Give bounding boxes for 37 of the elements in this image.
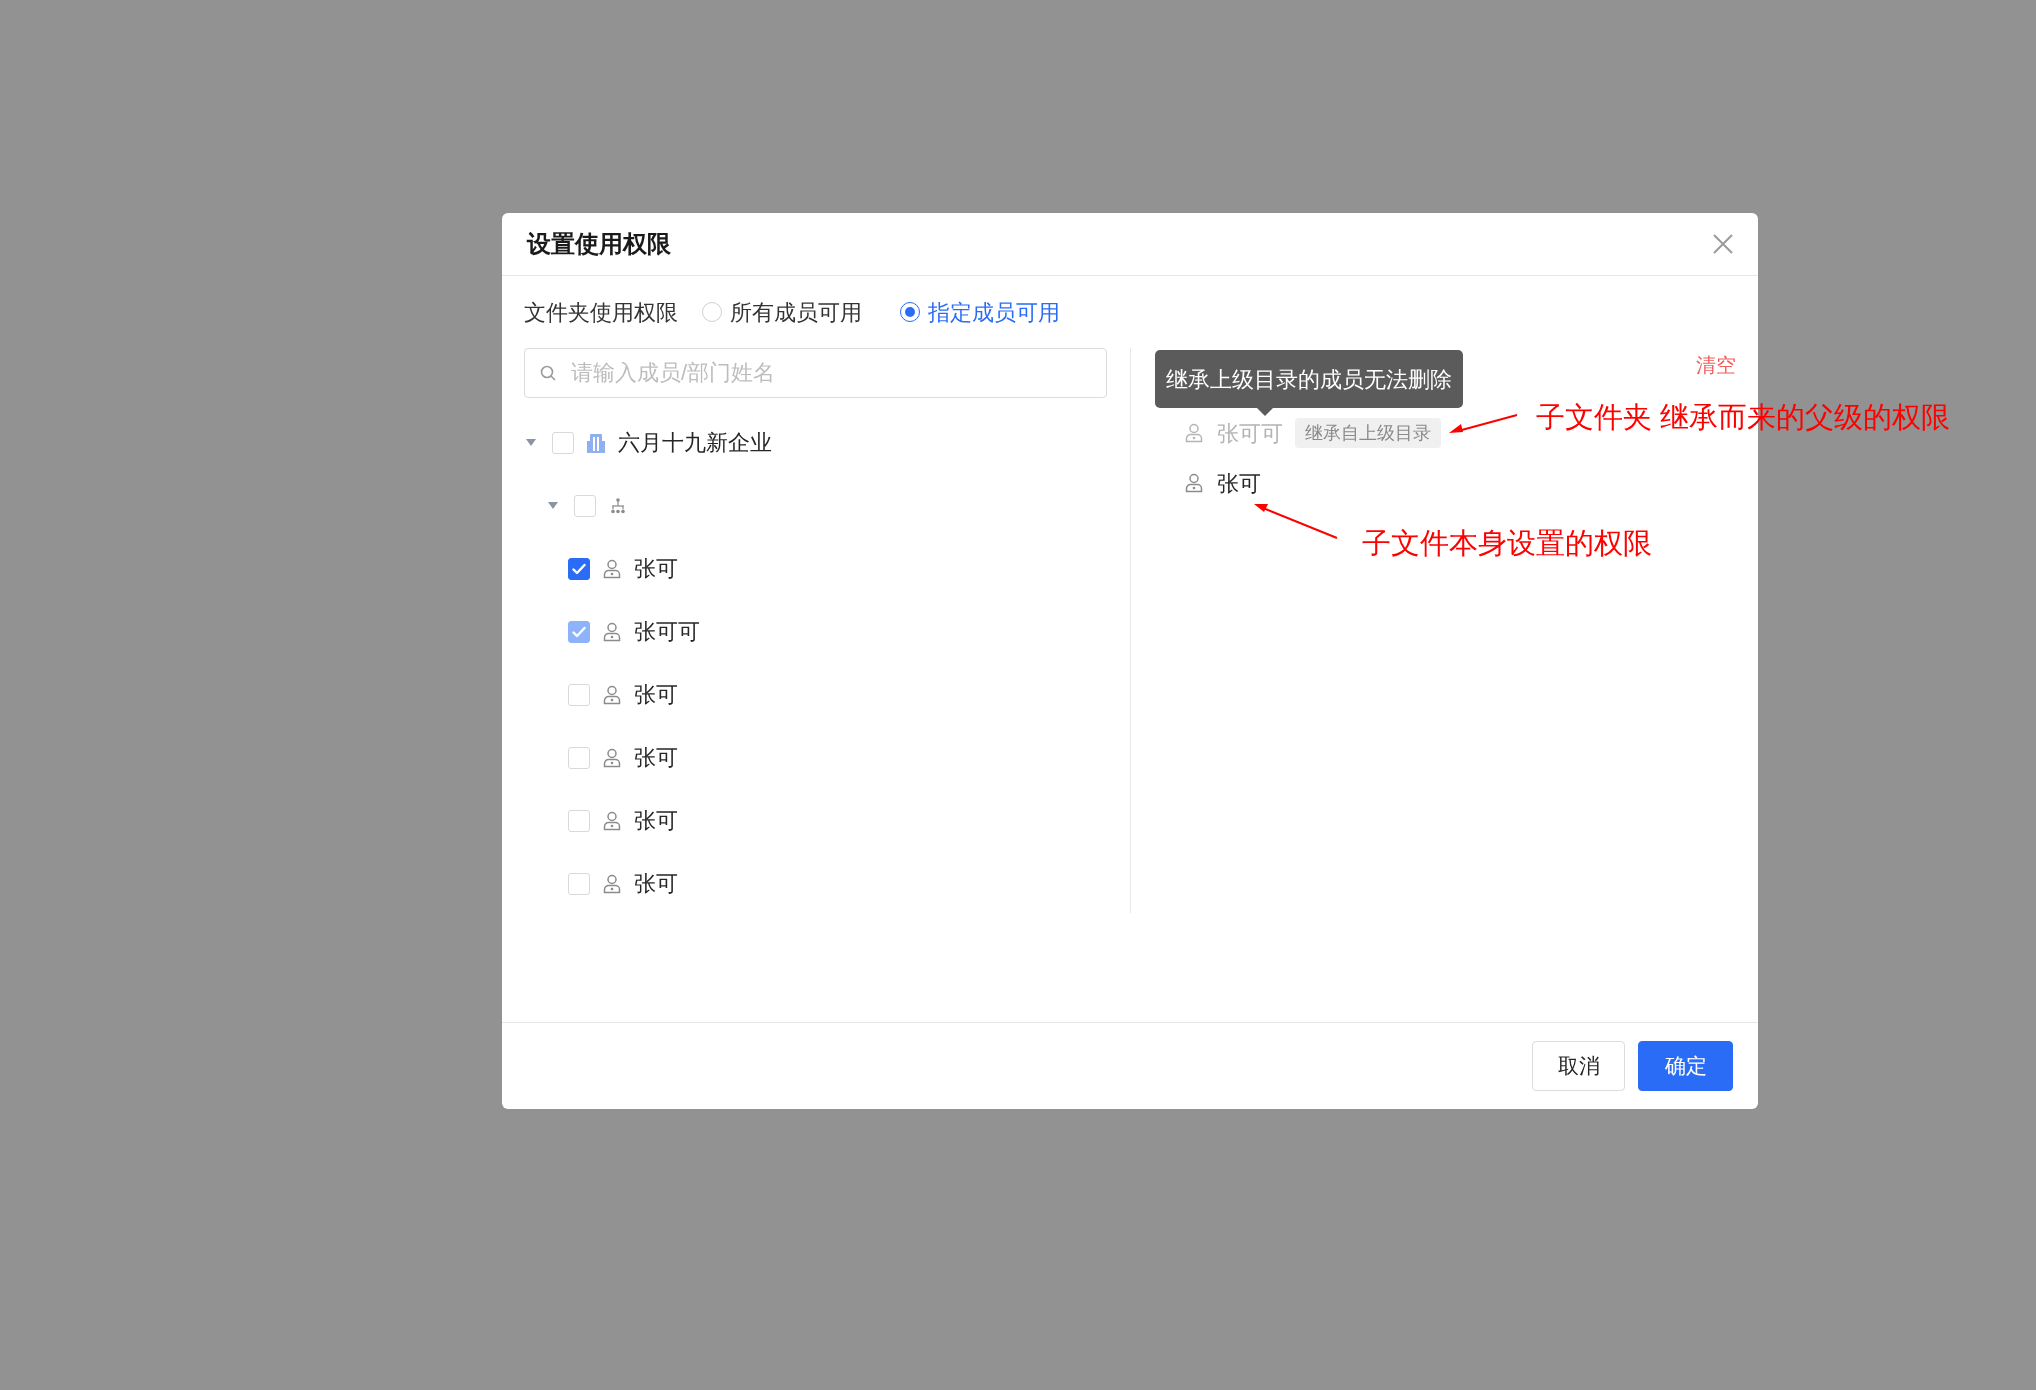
tooltip: 继承上级目录的成员无法删除 <box>1155 350 1463 408</box>
person-icon <box>603 621 621 642</box>
org-chart-icon <box>610 497 626 514</box>
dialog-title: 设置使用权限 <box>527 229 671 259</box>
permission-label: 文件夹使用权限 <box>524 298 678 327</box>
close-icon[interactable] <box>1713 234 1733 254</box>
radio-label[interactable]: 所有成员可用 <box>730 295 862 329</box>
annotation-arrow <box>1449 414 1518 433</box>
tree-item-label[interactable]: 张可 <box>634 552 678 585</box>
check-icon <box>572 562 586 575</box>
member-name: 张可可 <box>1217 419 1283 448</box>
person-icon <box>603 873 621 894</box>
annotation-text: 子文件本身设置的权限 <box>1362 526 1652 561</box>
search-field[interactable]: 请输入成员/部门姓名 <box>524 348 1107 398</box>
caret-icon[interactable] <box>548 502 558 509</box>
person-icon <box>603 558 621 579</box>
tree-item-label[interactable]: 张可 <box>634 678 678 711</box>
check-icon <box>572 625 586 638</box>
tree-item-label[interactable]: 张可 <box>634 867 678 900</box>
person-icon <box>603 684 621 705</box>
tree-item-label[interactable]: 张可 <box>634 804 678 837</box>
radio-label[interactable]: 指定成员可用 <box>928 295 1060 329</box>
confirm-button[interactable]: 确定 <box>1638 1041 1733 1091</box>
caret-icon[interactable] <box>526 439 536 446</box>
checkbox[interactable] <box>568 557 590 580</box>
tooltip-pointer <box>1257 408 1273 416</box>
member-name: 张可 <box>1217 469 1261 498</box>
inherited-tag: 继承自上级目录 <box>1295 418 1441 448</box>
building-icon <box>587 432 605 453</box>
person-icon <box>603 810 621 831</box>
person-icon <box>603 747 621 768</box>
person-icon <box>1185 473 1203 493</box>
search-icon <box>540 365 556 381</box>
tree-item-label[interactable]: 六月十九新企业 <box>618 426 772 459</box>
cancel-button[interactable]: 取消 <box>1532 1041 1625 1091</box>
person-icon <box>1185 423 1203 443</box>
tree-item-label[interactable]: 张可 <box>634 741 678 774</box>
